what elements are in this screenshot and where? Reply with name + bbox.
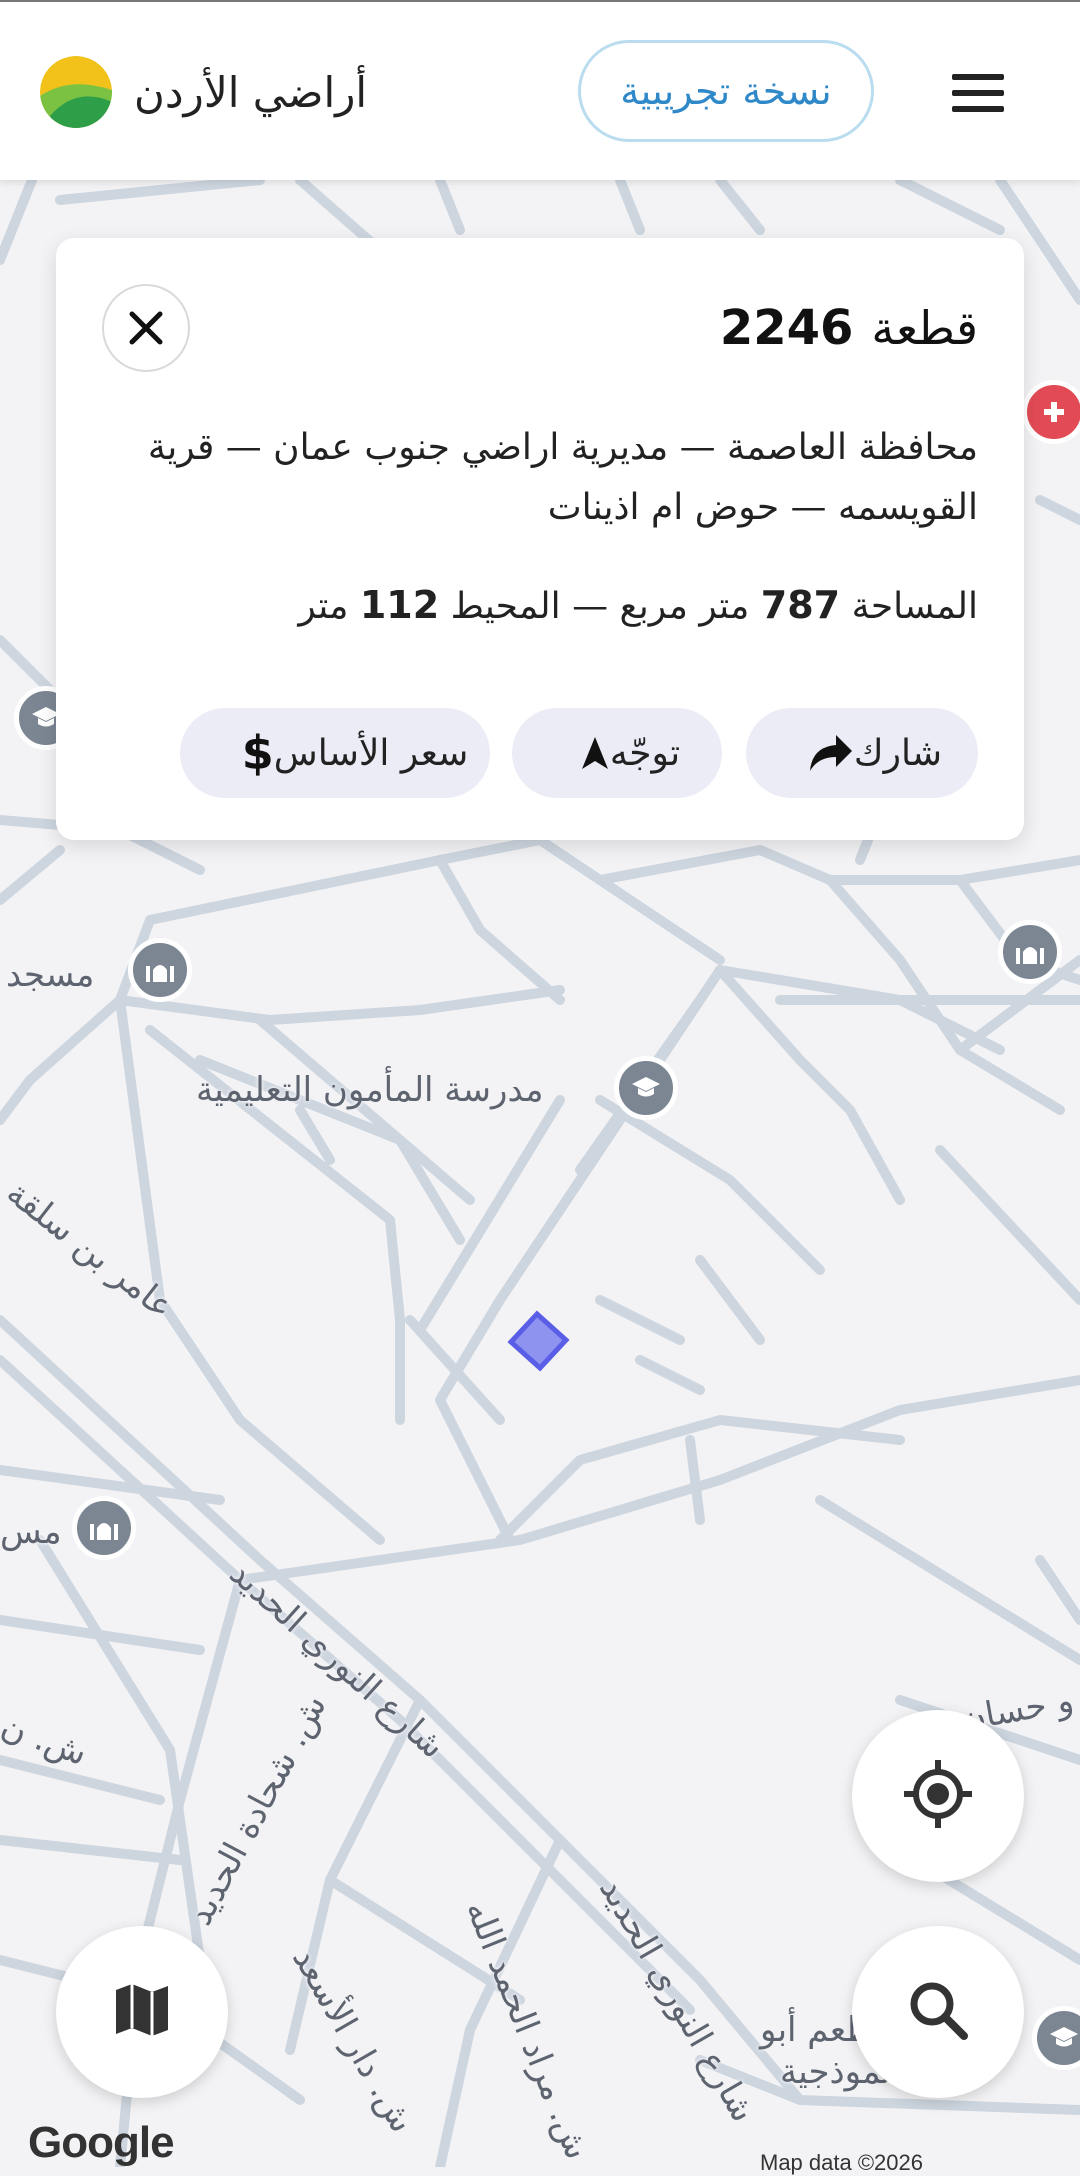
parcel-number: 2246 bbox=[719, 300, 854, 356]
dollar-icon: $ bbox=[241, 726, 274, 780]
parcel-title-word: قطعة bbox=[871, 301, 978, 355]
my-location-button[interactable] bbox=[852, 1710, 1024, 1882]
map-label-school: مدرسة المأمون التعليمية bbox=[196, 1070, 544, 1110]
hospital-icon[interactable] bbox=[1022, 380, 1080, 444]
app-logo-icon bbox=[40, 56, 112, 128]
mosque-icon[interactable] bbox=[72, 1496, 136, 1560]
parcel-actions: شارك توجّه سعر الأساس $ bbox=[180, 708, 978, 798]
parcel-address: محافظة العاصمة — مديرية اراضي جنوب عمان … bbox=[147, 427, 978, 528]
brand-name: أراضي الأردن bbox=[134, 67, 368, 117]
area-value: 787 bbox=[760, 583, 841, 627]
my-location-icon bbox=[902, 1758, 974, 1834]
navigate-label: توجّه bbox=[609, 732, 681, 774]
base-price-button[interactable]: سعر الأساس $ bbox=[180, 708, 490, 798]
area-unit: متر مربع — bbox=[572, 586, 750, 627]
map-icon bbox=[112, 1980, 172, 2044]
search-icon bbox=[906, 1978, 970, 2046]
parcel-area: المساحة 787 متر مربع — المحيط 112 متر bbox=[298, 583, 978, 627]
map-layers-button[interactable] bbox=[56, 1926, 228, 2098]
mosque-icon[interactable] bbox=[998, 920, 1062, 984]
area-label: المساحة bbox=[851, 586, 978, 627]
beta-badge[interactable]: نسخة تجريبية bbox=[578, 40, 874, 142]
mosque-icon[interactable] bbox=[128, 938, 192, 1002]
school-icon[interactable] bbox=[614, 1056, 678, 1120]
hamburger-icon[interactable] bbox=[930, 60, 1020, 130]
share-arrow-icon bbox=[808, 733, 854, 773]
close-icon[interactable] bbox=[102, 284, 190, 372]
base-price-label: سعر الأساس bbox=[273, 732, 469, 774]
map-label-mosque-2: مس bbox=[0, 1512, 62, 1552]
app-header: نسخة تجريبية أراضي الأردن bbox=[0, 0, 1080, 180]
share-label: شارك bbox=[853, 732, 943, 774]
map-label-mosque: مسجد bbox=[6, 955, 95, 995]
parcel-title: قطعة 2246 bbox=[720, 300, 978, 356]
share-button[interactable]: شارك bbox=[746, 708, 978, 798]
navigate-button[interactable]: توجّه bbox=[512, 708, 722, 798]
brand[interactable]: أراضي الأردن bbox=[40, 52, 367, 132]
map-data-attribution[interactable]: Map data ©2026 bbox=[760, 2150, 923, 2176]
google-attribution[interactable]: Google bbox=[28, 2118, 175, 2168]
perimeter-unit: متر bbox=[298, 586, 349, 627]
parcel-info-card: قطعة 2246 محافظة العاصمة — مديرية اراضي ج… bbox=[56, 238, 1024, 840]
navigation-arrow-icon bbox=[580, 735, 610, 771]
perimeter-value: 112 bbox=[359, 583, 440, 627]
perimeter-label: المحيط bbox=[450, 586, 561, 627]
search-button[interactable] bbox=[852, 1926, 1024, 2098]
